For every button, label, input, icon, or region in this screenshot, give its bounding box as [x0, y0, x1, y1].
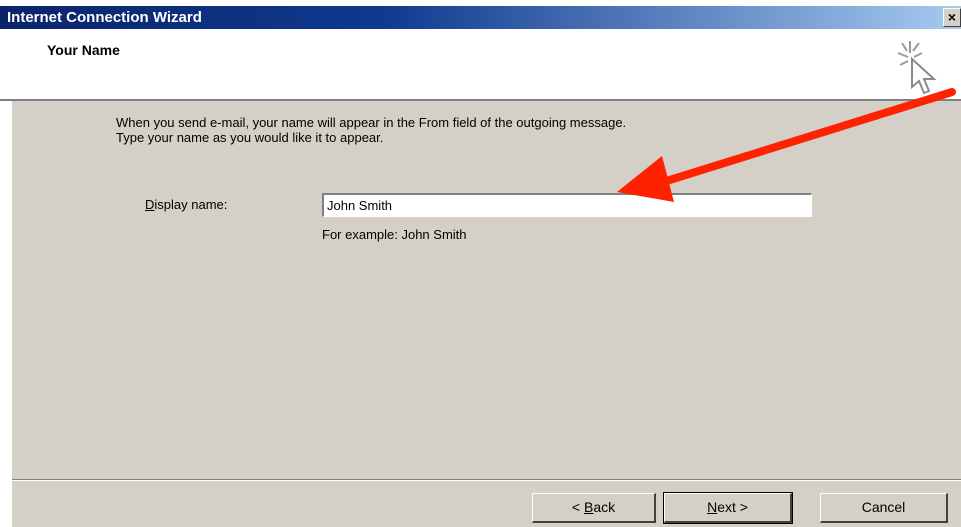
page-title: Your Name [47, 42, 120, 58]
display-name-label: Display name: [145, 197, 227, 212]
intro-line-2: Type your name as you would like it to a… [116, 130, 384, 145]
display-name-accel: D [145, 197, 155, 212]
cancel-label: Cancel [861, 499, 906, 515]
next-rest: ext > [717, 499, 748, 515]
example-text: For example: John Smith [322, 227, 467, 242]
next-button[interactable]: Next > [663, 492, 793, 524]
cursor-sparkle-icon [897, 41, 937, 95]
back-prefix: < [571, 499, 584, 515]
display-name-field[interactable] [322, 193, 812, 217]
back-button[interactable]: < Back [532, 493, 656, 523]
window-title: Internet Connection Wizard [7, 9, 202, 26]
next-accel: N [707, 499, 718, 515]
close-icon: × [947, 9, 957, 25]
wizard-header: Your Name [0, 29, 961, 101]
close-button[interactable]: × [943, 8, 961, 27]
intro-line-1: When you send e-mail, your name will app… [116, 115, 627, 130]
window-titlebar[interactable]: Internet Connection Wizard × [0, 6, 961, 29]
display-name-label-rest: isplay name: [154, 197, 228, 212]
back-rest: ack [593, 499, 616, 515]
wizard-body: When you send e-mail, your name will app… [12, 101, 961, 527]
back-accel: B [583, 499, 594, 515]
cancel-button[interactable]: Cancel [820, 493, 948, 523]
intro-text: When you send e-mail, your name will app… [116, 115, 626, 145]
left-edge [0, 101, 12, 527]
button-divider [12, 479, 961, 481]
